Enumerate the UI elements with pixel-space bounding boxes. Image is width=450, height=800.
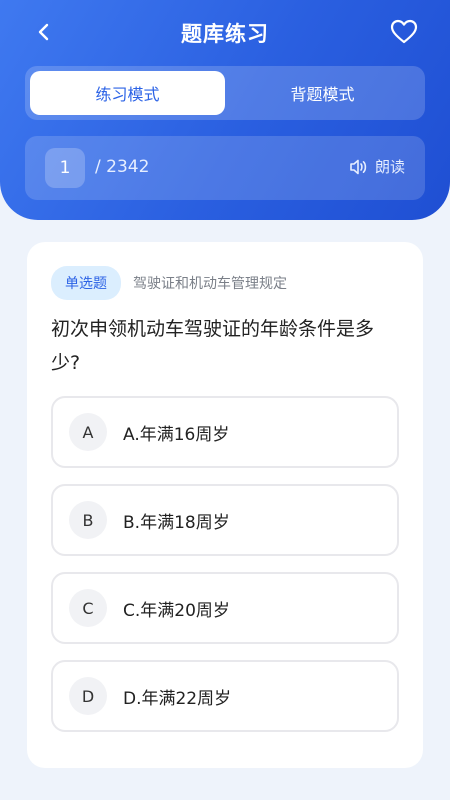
option-text: B.年满18周岁 [123,512,230,533]
option-text: D.年满22周岁 [123,688,232,709]
option-d[interactable]: D D.年满22周岁 [51,660,399,732]
option-text: C.年满20周岁 [123,600,230,621]
favorite-button[interactable] [388,16,420,48]
question-category: 驾驶证和机动车管理规定 [133,276,287,292]
option-text: A.年满16周岁 [123,424,230,445]
read-aloud-button[interactable]: 朗读 [349,156,405,177]
topbar: 题库练习 [0,12,450,52]
option-a[interactable]: A A.年满16周岁 [51,396,399,468]
page-title: 题库练习 [181,22,269,46]
question-type-badge: 单选题 [51,266,121,300]
question-progress: 1 / 2342 朗读 [25,136,425,200]
option-letter: C [69,589,107,627]
question-meta: 单选题 驾驶证和机动车管理规定 [51,266,287,300]
total-questions: / 2342 [95,157,150,177]
question-text: 初次申领机动车驾驶证的年龄条件是多少? [51,318,375,374]
current-question-number[interactable]: 1 [45,148,85,188]
heart-icon [390,19,418,44]
speaker-icon [350,159,367,174]
option-c[interactable]: C C.年满20周岁 [51,572,399,644]
option-letter: B [69,501,107,539]
option-b[interactable]: B B.年满18周岁 [51,484,399,556]
option-letter: D [69,677,107,715]
tab-memorize-mode[interactable]: 背题模式 [225,71,420,115]
options-list: A A.年满16周岁 B B.年满18周岁 C C.年满20周岁 D D.年满2… [51,396,399,748]
read-aloud-label: 朗读 [374,158,405,176]
option-letter: A [69,413,107,451]
mode-switch: 练习模式 背题模式 [25,66,425,120]
question-card: 单选题 驾驶证和机动车管理规定 初次申领机动车驾驶证的年龄条件是多少? A A.… [27,242,423,768]
header: 题库练习 练习模式 背题模式 1 / 2342 朗读 [0,0,450,220]
tab-practice-mode[interactable]: 练习模式 [30,71,225,115]
